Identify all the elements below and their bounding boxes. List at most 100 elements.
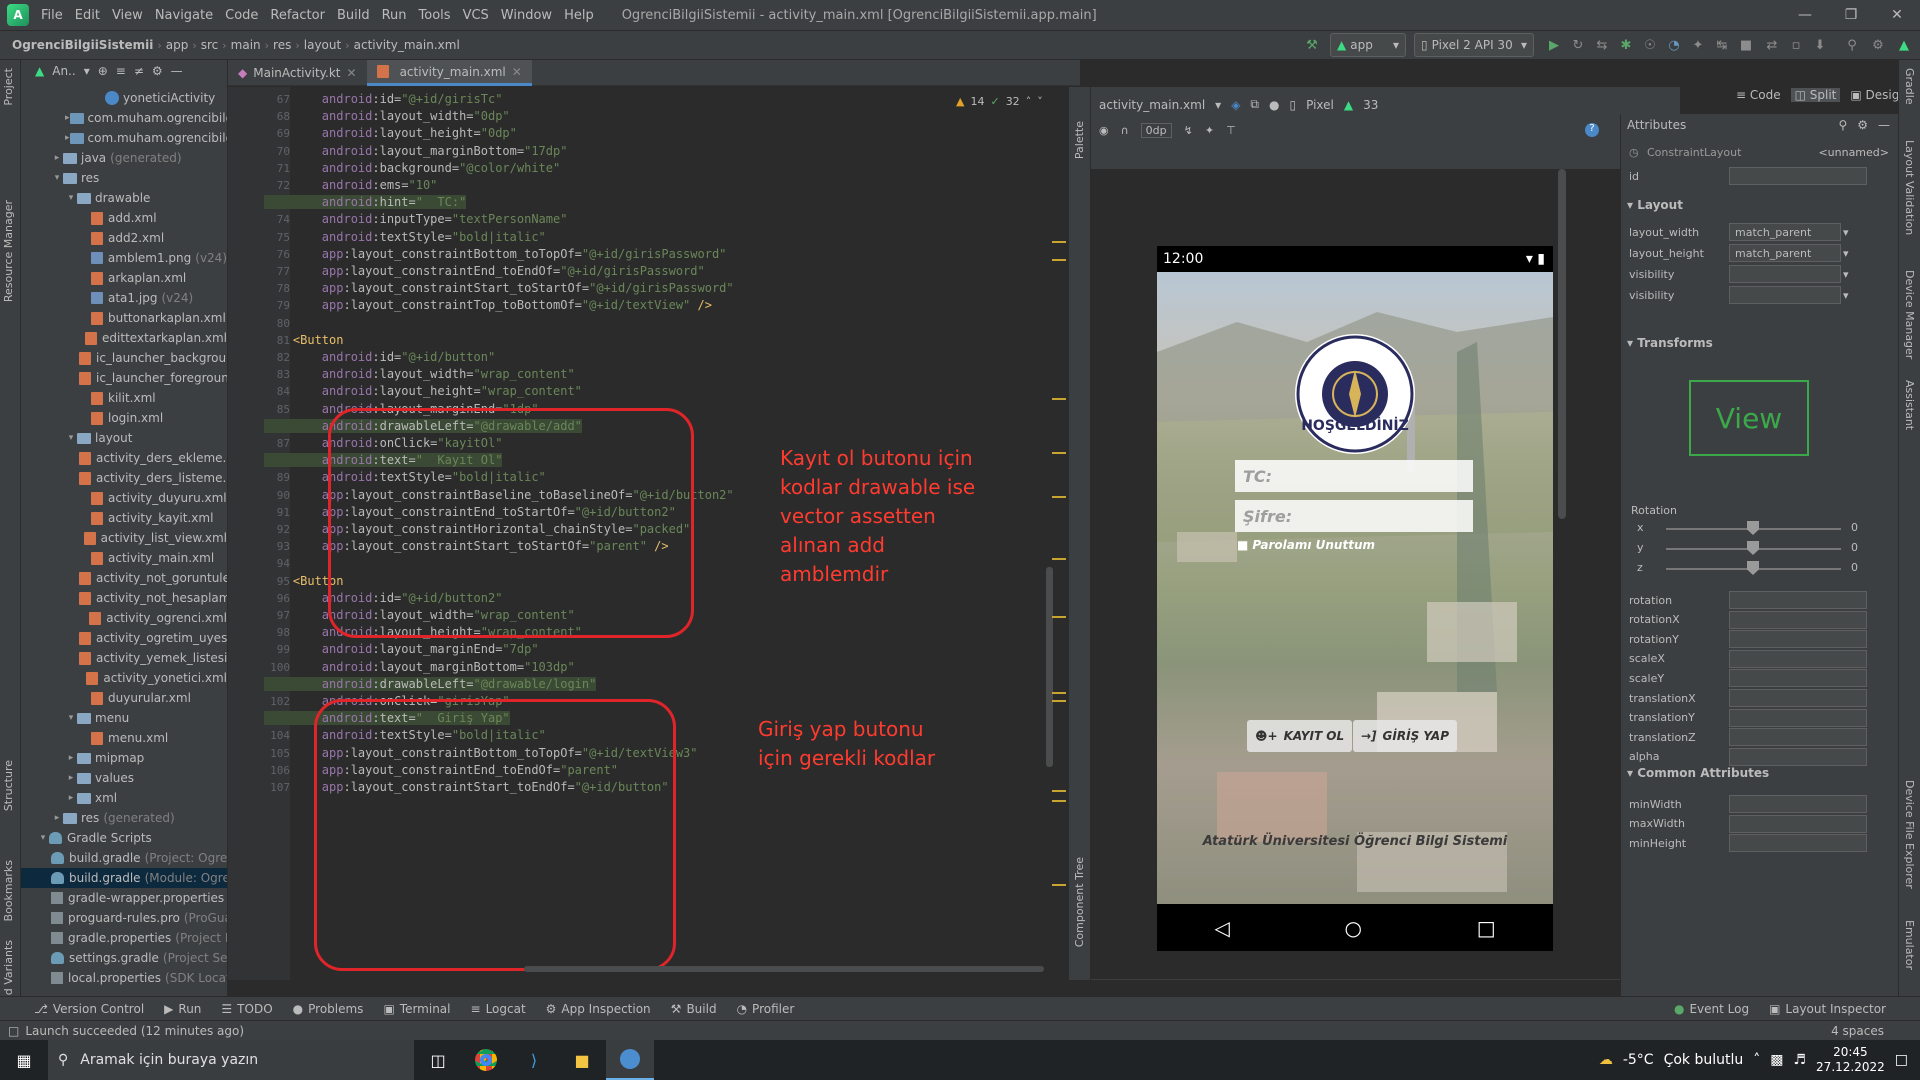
chevron-down-icon[interactable]: ▾ [65,193,77,203]
expand-all-icon[interactable]: ≡ [116,64,126,78]
login-button[interactable]: →] GİRİŞ YAP [1353,720,1458,752]
run-config-select[interactable]: ▲ app ▾ [1330,33,1406,57]
code-line[interactable]: android:drawableLeft="@drawable/login" [264,676,597,691]
locate-file-icon[interactable]: ⊕ [98,64,108,78]
menu-navigate[interactable]: Navigate [149,8,219,23]
tree-item[interactable]: ▾ layout [21,428,227,448]
tree-item[interactable]: build.gradle(Module: OgrenciBil [21,868,227,888]
error-stripe-mark[interactable] [1052,790,1066,792]
tree-item[interactable]: arkaplan.xml [21,268,227,288]
menu-refactor[interactable]: Refactor [264,8,331,23]
layout-section-header[interactable]: ▾ Layout [1627,198,1683,212]
tree-item[interactable]: ▸ values [21,768,227,788]
attr-input[interactable] [1729,591,1867,609]
notifications-icon[interactable]: □ [1895,1052,1908,1068]
error-stripe-mark[interactable] [1052,398,1066,400]
horizontal-scrollbar[interactable] [524,966,1044,972]
device-file-explorer-tool-tab[interactable]: Device File Explorer [1903,780,1916,889]
android-studio-taskbar-icon[interactable] [606,1040,654,1080]
chevron-down-icon[interactable]: ˅ [1037,95,1043,108]
maximize-button[interactable]: ❐ [1828,0,1874,30]
tree-item[interactable]: gradle.properties(Project Proper [21,928,227,948]
tab-activity-main[interactable]: activity_main.xml ✕ [366,60,532,86]
tree-item[interactable]: activity_duyuru.xml [21,488,227,508]
code-line[interactable]: android:layout_marginBottom="17dp" [264,144,568,158]
tree-item[interactable]: ▸ com.muham.ogrencibilgiisist [21,108,227,128]
indent-indicator[interactable]: 4 spaces [1831,1024,1884,1038]
emulator-tool-tab[interactable]: Emulator [1903,920,1916,970]
breadcrumb-item[interactable]: layout [300,38,345,52]
bottom-tool-run[interactable]: ▶ Run [154,1002,211,1016]
code-line[interactable]: android:layout_marginBottom="103dp" [264,660,575,674]
common-section-header[interactable]: ▾ Common Attributes [1627,766,1769,780]
assistant-tool-tab[interactable]: Assistant [1903,380,1916,430]
sync-gradle-icon[interactable]: ⇄ [1762,34,1782,56]
tree-item[interactable]: gradle-wrapper.properties(Grad [21,888,227,908]
menu-vcs[interactable]: VCS [457,8,495,23]
vertical-scrollbar[interactable] [1046,567,1053,767]
chevron-up-icon[interactable]: ˄ [1026,95,1032,108]
id-input[interactable] [1729,167,1867,185]
android-icon[interactable]: ▲ [1894,34,1914,56]
chevron-right-icon[interactable]: ▸ [65,113,70,123]
tree-item[interactable]: activity_yonetici.xml [21,668,227,688]
tc-input[interactable]: TC: [1235,460,1473,492]
tree-item[interactable]: proguard-rules.pro(ProGuard R [21,908,227,928]
register-button[interactable]: ☻+ KAYIT OL [1247,720,1353,752]
chevron-down-icon[interactable]: ▾ [1843,268,1849,281]
tree-item[interactable]: edittextarkaplan.xml [21,328,227,348]
clear-constraints-icon[interactable]: ↯ [1184,124,1193,137]
attr-select[interactable]: match_parent [1729,244,1841,262]
tree-item[interactable]: ic_launcher_background.x [21,348,227,368]
code-editor[interactable]: 6768697071727374757677787980818283848586… [228,87,1064,980]
resource-manager-tool-tab[interactable]: Resource Manager [2,200,15,302]
attr-input[interactable] [1729,834,1867,853]
attr-input[interactable] [1729,795,1867,813]
chevron-right-icon[interactable]: ▸ [65,793,77,803]
menu-window[interactable]: Window [495,8,558,23]
code-line[interactable]: android:inputType="textPersonName" [264,212,568,226]
structure-tool-tab[interactable]: Structure [2,760,15,811]
error-stripe-mark[interactable] [1052,616,1066,618]
slider-thumb[interactable] [1747,521,1759,535]
collapse-all-icon[interactable]: ≠ [134,64,144,78]
tree-item[interactable]: activity_kayit.xml [21,508,227,528]
bottom-tool-profiler[interactable]: ◔ Profiler [727,1002,805,1016]
menu-code[interactable]: Code [219,8,264,23]
error-stripe-mark[interactable] [1052,452,1066,454]
tree-item[interactable]: add2.xml [21,228,227,248]
avd-manager-icon[interactable]: ▫ [1786,34,1806,56]
hide-icon[interactable]: — [171,64,183,78]
settings-gear-icon[interactable]: ⚙ [1868,34,1888,56]
device-manager-tool-tab[interactable]: Device Manager [1903,270,1916,359]
close-window-button[interactable]: ✕ [1874,0,1920,30]
attr-input[interactable] [1729,689,1867,707]
chevron-right-icon[interactable]: ▸ [51,813,63,823]
tree-item[interactable]: ▸ xml [21,788,227,808]
bottom-tool-problems[interactable]: ● Problems [283,1002,374,1016]
menu-edit[interactable]: Edit [69,8,106,23]
tree-item[interactable]: ▾ res [21,168,227,188]
breadcrumb-item[interactable]: OgrenciBilgiiSistemii [8,38,157,52]
gear-icon[interactable]: ⚙ [152,64,163,78]
tree-item[interactable]: duyurular.xml [21,688,227,708]
tree-item[interactable]: buttonarkaplan.xml [21,308,227,328]
attr-input[interactable] [1729,728,1867,747]
bottom-tool-todo[interactable]: ☰ TODO [211,1002,282,1016]
tree-item[interactable]: build.gradle(Project: OgrenciBil [21,848,227,868]
profile-icon[interactable]: ◔ [1664,34,1684,56]
code-line[interactable]: android:id="@+id/girisTc" [264,92,503,106]
close-tab-icon[interactable]: ✕ [347,66,357,80]
menu-help[interactable]: Help [558,8,600,23]
code-line[interactable]: android:textStyle="bold|italic" [264,230,546,244]
tree-item[interactable]: activity_ders_ekleme.xml [21,448,227,468]
error-stripe-mark[interactable] [1052,884,1066,886]
tree-item[interactable]: activity_not_goruntuleme [21,568,227,588]
code-line[interactable]: android:background="@color/white" [264,161,560,175]
back-icon[interactable]: ◁ [1214,916,1229,940]
canvas-vertical-scrollbar[interactable] [1558,169,1566,519]
code-mode-button[interactable]: ≡ Code [1736,88,1781,102]
menu-build[interactable]: Build [331,8,376,23]
tree-item[interactable]: login.xml [21,408,227,428]
design-file-select[interactable]: activity_main.xml [1099,98,1205,112]
